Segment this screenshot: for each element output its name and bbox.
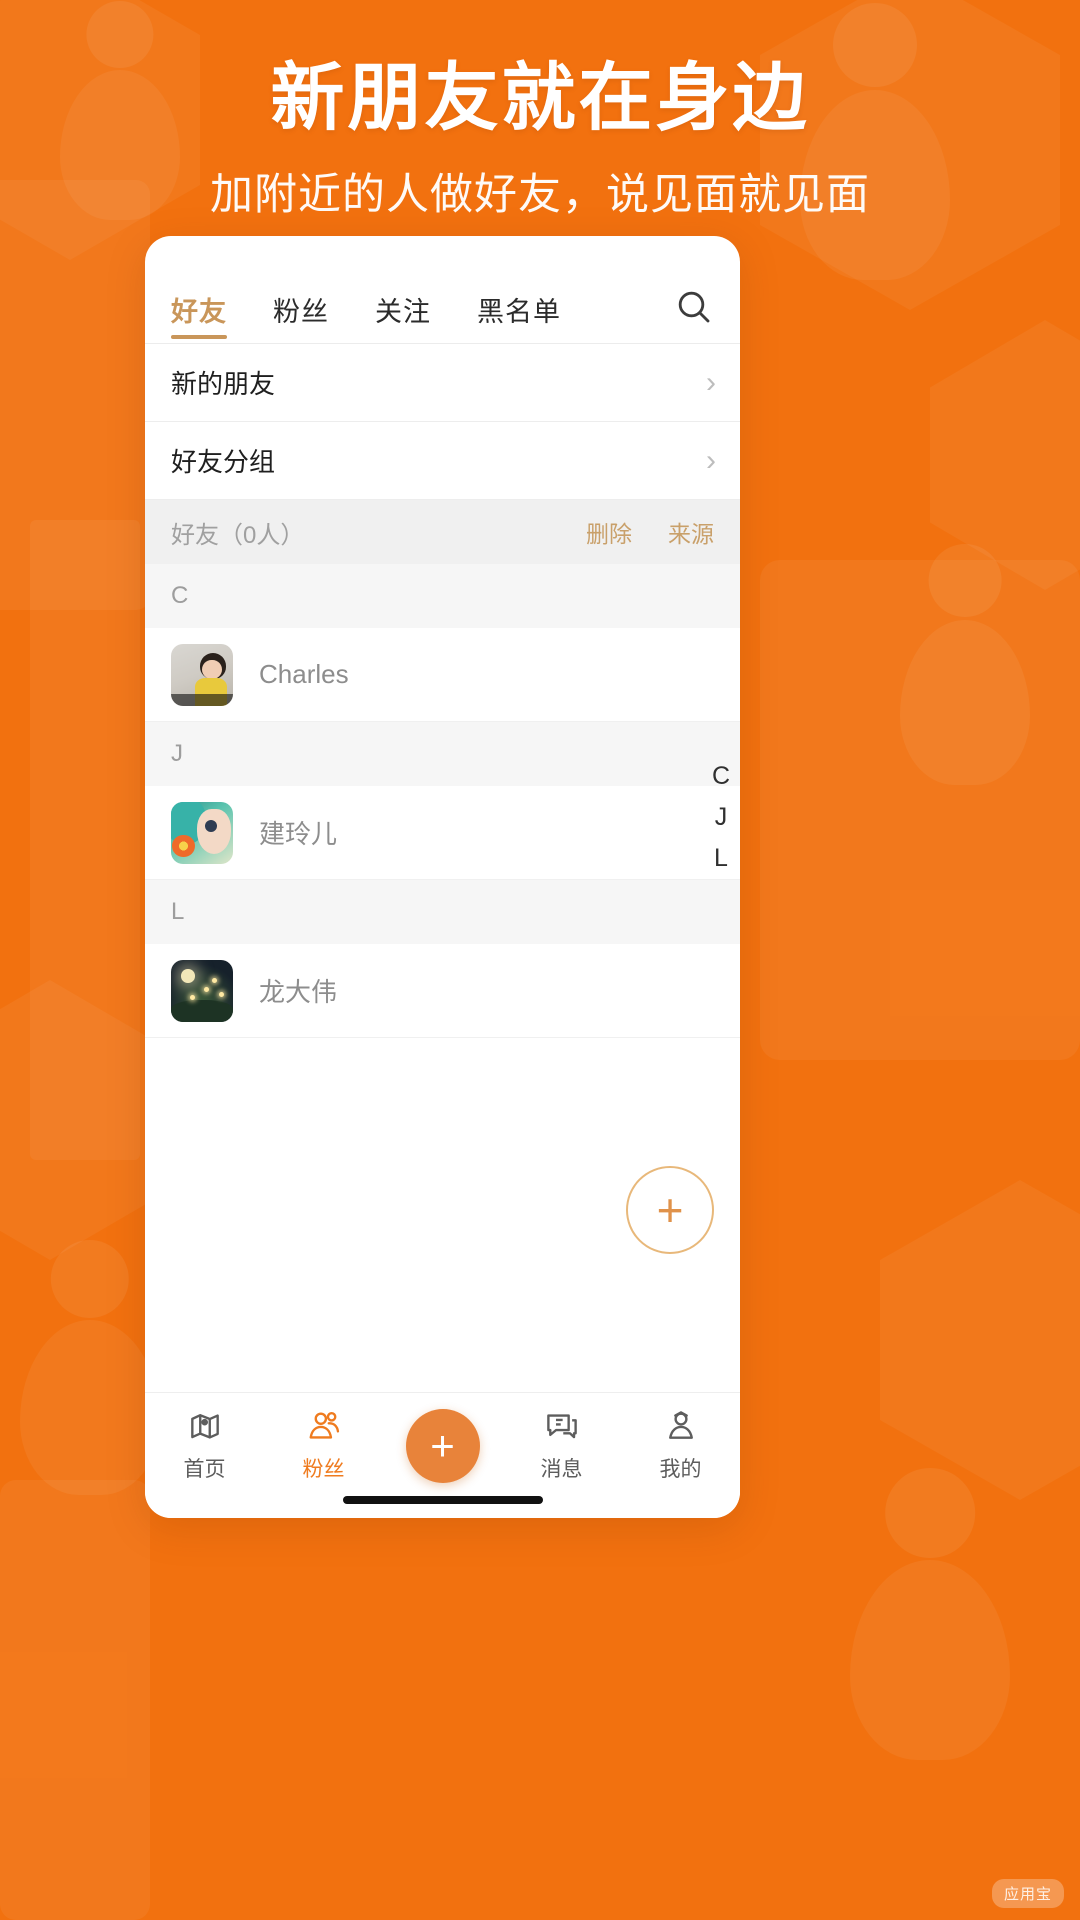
chat-bubble-icon (543, 1407, 581, 1445)
alpha-index-j[interactable]: J (715, 805, 728, 830)
delete-action[interactable]: 删除 (586, 515, 632, 549)
tab-blacklist[interactable]: 黑名单 (477, 290, 561, 343)
nav-item-fans[interactable]: 粉丝 (264, 1407, 383, 1483)
add-friend-fab[interactable]: + (626, 1166, 714, 1254)
page-subtitle: 加附近的人做好友，说见面就见面 (210, 170, 870, 219)
tab-bar: 好友 粉丝 关注 黑名单 (145, 236, 740, 344)
tab-fans[interactable]: 粉丝 (273, 290, 329, 343)
alpha-header-c-label: C (171, 582, 189, 609)
nav-item-messages-label: 消息 (540, 1458, 583, 1481)
chevron-right-icon: › (706, 443, 716, 477)
nav-item-profile-label: 我的 (659, 1458, 702, 1481)
alpha-header-c: C (145, 564, 740, 628)
alpha-header-l: L (145, 880, 740, 944)
tab-friends[interactable]: 好友 (171, 290, 227, 343)
avatar (171, 959, 233, 1022)
row-new-friends-label: 新的朋友 (171, 369, 276, 399)
plus-icon-glyph: + (430, 1422, 455, 1469)
map-pin-icon (186, 1407, 224, 1445)
contact-row-longdawei[interactable]: 龙大伟 (145, 944, 740, 1038)
plus-icon: + (405, 1409, 480, 1483)
friends-count-label: 好友（0人） (171, 521, 305, 549)
tab-fans-label: 粉丝 (273, 297, 329, 327)
row-friend-groups[interactable]: 好友分组 › (145, 422, 740, 500)
home-indicator (342, 1496, 543, 1504)
watermark: 应用宝 (991, 1879, 1064, 1908)
tab-friends-label: 好友 (171, 297, 227, 327)
contact-row-jianlinger[interactable]: 建玲儿 (145, 786, 740, 880)
alpha-header-j-label: J (171, 740, 183, 767)
avatar (171, 801, 233, 864)
nav-item-home[interactable]: 首页 (145, 1407, 264, 1483)
friends-list[interactable]: 新的朋友 › 好友分组 › 好友（0人） 删除 来源 C Charles J 建… (145, 344, 740, 1392)
tab-following-label: 关注 (375, 297, 431, 327)
alpha-header-j: J (145, 722, 740, 786)
contact-name: 龙大伟 (259, 977, 338, 1007)
people-icon (305, 1407, 343, 1445)
row-friend-groups-label: 好友分组 (171, 447, 276, 477)
alpha-header-l-label: L (171, 898, 185, 925)
promo-header: 新朋友就在身边 加附近的人做好友，说见面就见面 (0, 58, 1080, 222)
tab-blacklist-label: 黑名单 (477, 297, 561, 327)
plus-icon: + (656, 1184, 684, 1236)
nav-center-add-button[interactable]: + (383, 1407, 502, 1483)
bottom-navigation: 首页 粉丝 + 消息 我的 (145, 1392, 740, 1518)
nav-item-home-label: 首页 (183, 1458, 226, 1481)
contact-name: 建玲儿 (259, 819, 338, 849)
tab-following[interactable]: 关注 (375, 290, 431, 343)
alpha-index-c[interactable]: C (712, 764, 730, 789)
avatar (171, 643, 233, 706)
source-action[interactable]: 来源 (668, 515, 714, 549)
contact-row-charles[interactable]: Charles (145, 628, 740, 722)
page-title: 新朋友就在身边 (270, 56, 810, 139)
friends-count-bar: 好友（0人） 删除 来源 (145, 500, 740, 564)
nav-item-profile[interactable]: 我的 (621, 1407, 740, 1483)
nav-item-fans-label: 粉丝 (302, 1458, 345, 1481)
search-icon[interactable] (670, 283, 718, 331)
alphabet-index[interactable]: C J L (712, 764, 730, 871)
phone-mockup: 好友 粉丝 关注 黑名单 新的朋友 › 好友分组 › 好友（0人） 删除 来源 … (145, 236, 740, 1518)
row-new-friends[interactable]: 新的朋友 › (145, 344, 740, 422)
nav-item-messages[interactable]: 消息 (502, 1407, 621, 1483)
user-profile-icon (662, 1407, 700, 1445)
alpha-index-l[interactable]: L (714, 846, 728, 871)
chevron-right-icon: › (706, 365, 716, 399)
contact-name: Charles (259, 659, 349, 689)
